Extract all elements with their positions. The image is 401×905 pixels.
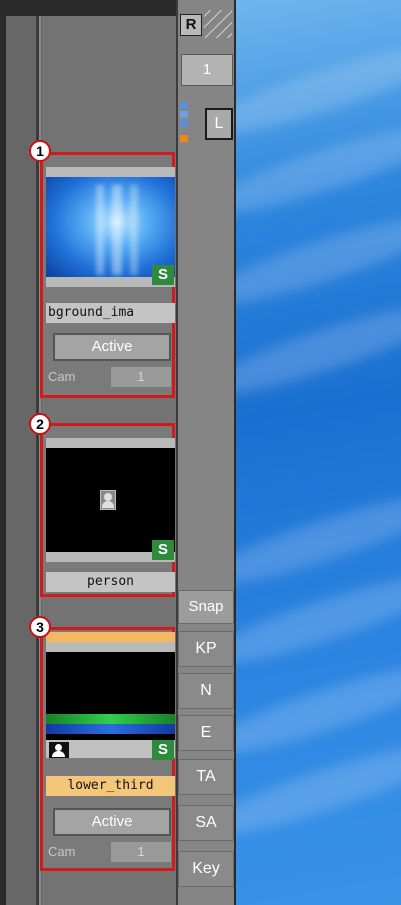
thumbnail-header bbox=[46, 167, 175, 177]
n-button[interactable]: N bbox=[178, 673, 234, 709]
layer-name: person bbox=[46, 572, 175, 592]
callout-badge-1: 1 bbox=[29, 140, 51, 162]
cam-value[interactable]: 1 bbox=[111, 367, 171, 387]
thumbnail-subheader bbox=[46, 642, 175, 652]
indicator-blue-icon bbox=[180, 120, 188, 127]
active-button[interactable]: Active bbox=[53, 333, 171, 361]
layer-card-lower-third[interactable]: S lower_third Active Cam 1 bbox=[40, 627, 175, 871]
layer-name: lower_third bbox=[46, 776, 175, 796]
s-badge-icon[interactable]: S bbox=[152, 540, 174, 560]
callout-badge-3: 3 bbox=[29, 616, 51, 638]
thumbnail-header bbox=[46, 632, 175, 642]
lock-button[interactable]: L bbox=[205, 108, 233, 140]
s-badge-icon[interactable]: S bbox=[152, 740, 174, 760]
top-bar bbox=[0, 0, 176, 16]
thumbnail-header bbox=[46, 438, 175, 448]
layer-thumbnail bbox=[46, 448, 175, 552]
layer-name: bground_ima bbox=[46, 303, 175, 323]
desktop-background bbox=[236, 0, 401, 905]
cam-label: Cam bbox=[48, 369, 76, 384]
cam-label: Cam bbox=[48, 844, 76, 859]
layer-thumbnail bbox=[46, 177, 175, 277]
user-icon[interactable] bbox=[49, 742, 69, 758]
indicator-orange-icon bbox=[180, 135, 188, 142]
sa-button[interactable]: SA bbox=[178, 805, 234, 841]
left-panel-strip bbox=[0, 0, 42, 905]
r-button[interactable]: R bbox=[180, 14, 202, 36]
cam-value[interactable]: 1 bbox=[111, 842, 171, 862]
indicator-blue-icon bbox=[180, 111, 188, 118]
layer-card-bground[interactable]: S bground_ima Active Cam 1 bbox=[40, 152, 175, 398]
snap-button[interactable]: Snap bbox=[178, 590, 234, 624]
active-button[interactable]: Active bbox=[53, 808, 171, 836]
s-badge-icon[interactable]: S bbox=[152, 265, 174, 285]
e-button[interactable]: E bbox=[178, 715, 234, 751]
key-button[interactable]: Key bbox=[178, 851, 234, 887]
layer-thumbnail bbox=[46, 652, 175, 740]
kp-button[interactable]: KP bbox=[178, 631, 234, 667]
callout-badge-2: 2 bbox=[29, 413, 51, 435]
ta-button[interactable]: TA bbox=[178, 759, 234, 795]
person-icon bbox=[100, 490, 116, 510]
layer-card-person[interactable]: S person bbox=[40, 423, 175, 597]
resize-grip-icon[interactable] bbox=[204, 10, 232, 38]
layer-number-button[interactable]: 1 bbox=[181, 54, 233, 86]
indicator-blue-icon bbox=[180, 102, 188, 109]
